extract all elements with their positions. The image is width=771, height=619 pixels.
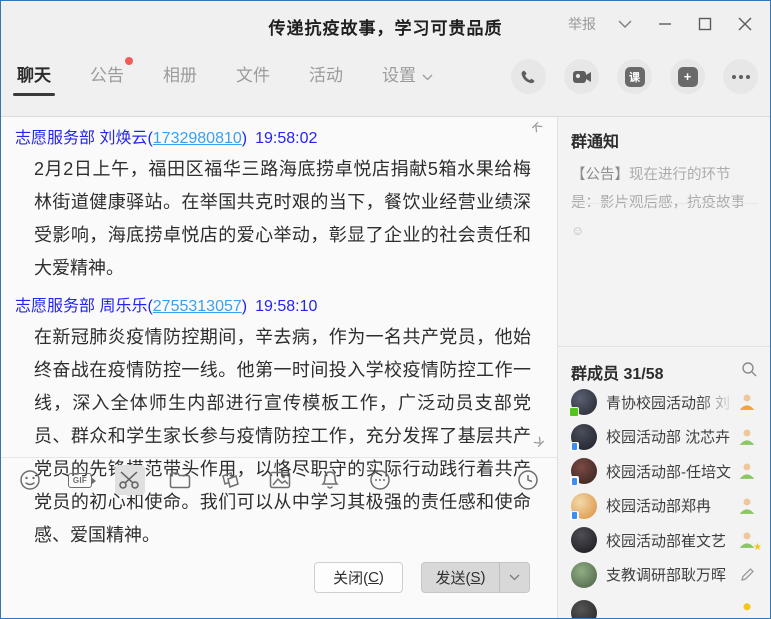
tab-chat[interactable]: 聊天 xyxy=(17,61,51,102)
member-row[interactable]: 校园活动部 沈芯卉 xyxy=(558,420,770,455)
online-phone-badge xyxy=(569,442,579,452)
chat-history-button[interactable] xyxy=(513,465,543,495)
screenshot-button[interactable] xyxy=(115,465,145,495)
minimize-button[interactable] xyxy=(650,11,680,37)
scissors-icon xyxy=(118,470,142,490)
composer-buttons: 关闭(C) 发送(S) xyxy=(1,548,557,618)
smiley-icon xyxy=(19,469,41,491)
tab-settings[interactable]: 设置 xyxy=(382,61,433,102)
group-app-button[interactable]: + xyxy=(670,59,705,94)
member-avatar xyxy=(571,562,597,588)
message-history[interactable]: 志愿服务部 刘焕云(1732980810)19:58:02 2月2日上午，福田区… xyxy=(1,117,557,458)
collapse-down-arrow-icon[interactable] xyxy=(531,434,545,453)
member-row[interactable] xyxy=(558,592,770,618)
more-circle-icon xyxy=(369,469,391,491)
member-row[interactable]: 校园活动部-任培文 xyxy=(558,454,770,489)
message-time: 19:58:02 xyxy=(255,130,317,147)
notice-divider xyxy=(571,203,758,204)
group-notice-section[interactable]: 群通知 【公告】现在进行的环节是：影片观后感，抗疫故事☺ xyxy=(571,128,758,245)
image-icon xyxy=(269,471,291,489)
member-role-icon-orange xyxy=(738,393,758,411)
app-window: 传递抗疫故事，学习可贵品质 举报 聊天 公告 相册 文件 活动 设置 xyxy=(0,0,771,619)
send-file-button[interactable] xyxy=(165,465,195,495)
ellipsis-icon xyxy=(732,75,750,79)
member-role-icon-green xyxy=(738,497,758,515)
video-camera-icon xyxy=(572,69,592,85)
folder-icon xyxy=(169,471,191,489)
chat-message: 志愿服务部 刘焕云(1732980810)19:58:02 2月2日上午，福田区… xyxy=(15,124,543,285)
online-mobile-badge xyxy=(569,407,579,417)
group-notice-title: 群通知 xyxy=(571,128,758,152)
online-phone-badge xyxy=(569,511,579,521)
message-sender: 志愿服务部 周乐乐(2755313057)19:58:10 xyxy=(15,292,543,316)
member-avatar xyxy=(571,600,597,618)
more-actions-button[interactable] xyxy=(723,59,758,94)
member-role-icon xyxy=(738,600,758,618)
tab-files[interactable]: 文件 xyxy=(236,61,270,102)
section-divider xyxy=(558,346,770,347)
member-role-icon-green xyxy=(738,428,758,446)
member-search-icon[interactable] xyxy=(741,361,758,383)
tab-activity[interactable]: 活动 xyxy=(309,61,343,102)
title-bar: 传递抗疫故事，学习可贵品质 举报 xyxy=(1,1,770,47)
member-row[interactable]: 校园活动部郑冉 xyxy=(558,489,770,524)
bell-icon xyxy=(320,470,340,491)
windows-share-icon xyxy=(219,470,241,490)
send-button[interactable]: 发送(S) xyxy=(421,562,530,593)
report-chevron-down-icon[interactable] xyxy=(610,11,640,37)
chat-panel: 志愿服务部 刘焕云(1732980810)19:58:02 2月2日上午，福田区… xyxy=(1,117,558,618)
collapse-up-arrow-icon[interactable] xyxy=(531,121,545,140)
settings-chevron-down-icon xyxy=(422,66,433,85)
gif-icon: GIF xyxy=(68,473,92,488)
emoji-button[interactable] xyxy=(15,465,45,495)
close-button[interactable] xyxy=(730,11,760,37)
message-time: 19:58:10 xyxy=(255,298,317,315)
class-mode-button[interactable]: 课 xyxy=(617,59,652,94)
message-text: 2月2日上午，福田区福华三路海底捞卓悦店捐献5箱水果给梅林街道健康驿站。在举国共… xyxy=(34,153,531,285)
star-badge-icon: ★ xyxy=(753,542,762,553)
member-row[interactable]: 支教调研部耿万晖 xyxy=(558,558,770,593)
online-phone-badge xyxy=(569,476,579,486)
group-remind-button[interactable] xyxy=(315,465,345,495)
member-row[interactable]: 青协校园活动部 刘 xyxy=(558,385,770,420)
member-role-icon-green xyxy=(738,462,758,480)
plus-bubble-icon: + xyxy=(678,67,698,87)
composer-toolbar: GIF xyxy=(1,458,557,502)
member-row[interactable]: 校园活动部崔文艺 ★ xyxy=(558,523,770,558)
message-sender: 志愿服务部 刘焕云(1732980810)19:58:02 xyxy=(15,124,543,148)
unread-dot xyxy=(125,57,133,65)
member-avatar xyxy=(571,493,597,519)
clock-icon xyxy=(517,469,539,491)
sender-uin-link[interactable]: 2755313057 xyxy=(153,298,242,315)
send-options-chevron-icon[interactable] xyxy=(499,563,529,592)
class-icon: 课 xyxy=(625,67,645,87)
report-button[interactable]: 举报 xyxy=(564,12,600,36)
member-list: 青协校园活动部 刘 校园活动部 沈芯卉 校园活动部-任培文 校园活动部郑冉 xyxy=(558,385,770,618)
notice-emoji-icon: ☺ xyxy=(571,223,584,238)
member-avatar xyxy=(571,458,597,484)
video-call-button[interactable] xyxy=(564,59,599,94)
tab-bar: 聊天 公告 相册 文件 活动 设置 课 + xyxy=(1,47,770,117)
send-image-button[interactable] xyxy=(265,465,295,495)
tab-album[interactable]: 相册 xyxy=(163,61,197,102)
member-role-icon-green-star: ★ xyxy=(738,531,758,549)
more-tools-button[interactable] xyxy=(365,465,395,495)
member-avatar xyxy=(571,527,597,553)
screen-share-button[interactable] xyxy=(215,465,245,495)
close-chat-button[interactable]: 关闭(C) xyxy=(314,562,403,593)
member-avatar xyxy=(571,424,597,450)
group-sidebar: 群通知 【公告】现在进行的环节是：影片观后感，抗疫故事☺ 群成员 31/58 青… xyxy=(558,117,770,618)
voice-call-button[interactable] xyxy=(511,59,546,94)
gif-hot-pic-button[interactable]: GIF xyxy=(65,465,95,495)
sender-uin-link[interactable]: 1732980810 xyxy=(153,130,242,147)
group-members-title: 群成员 31/58 xyxy=(571,360,664,384)
tab-announcement[interactable]: 公告 xyxy=(90,61,124,102)
maximize-button[interactable] xyxy=(690,11,720,37)
member-avatar xyxy=(571,389,597,415)
phone-icon xyxy=(520,68,538,86)
typing-pencil-icon xyxy=(738,566,758,584)
